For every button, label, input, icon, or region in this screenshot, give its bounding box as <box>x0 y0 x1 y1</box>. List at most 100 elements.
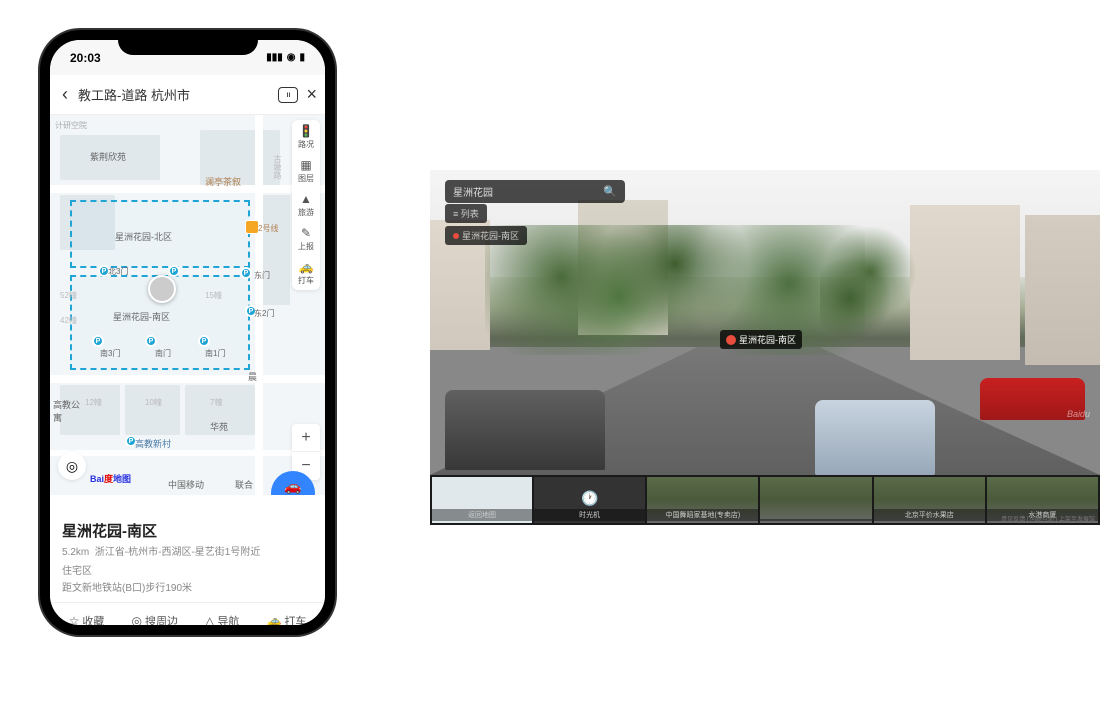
map-label: 南门 <box>155 348 171 359</box>
tool-label: 路况 <box>298 139 314 150</box>
navigate-button[interactable]: △导航 <box>205 613 239 625</box>
map-block <box>125 385 180 435</box>
poi-dot[interactable] <box>240 267 252 279</box>
compass-button[interactable]: ◎ <box>58 452 86 480</box>
back-icon[interactable]: ‹ <box>58 84 72 105</box>
sv-list-button[interactable]: ≡ 列表 <box>445 204 487 223</box>
place-title: 星洲花园-南区 <box>62 520 313 541</box>
sv-place-marker[interactable]: 星洲花园-南区 <box>720 330 802 349</box>
location-pin[interactable] <box>148 275 176 303</box>
travel-icon: ▲ <box>300 192 312 206</box>
phone-frame: 20:03 ▮▮▮ ◉ ▮ ‹ 教工路-道路 杭州市 ıı × <box>40 30 335 635</box>
car-icon: 🚗 <box>284 478 301 495</box>
side-toolbar: 🚦路况 ▦图层 ▲旅游 ✎上报 🚕打车 <box>292 120 320 290</box>
sv-thumb-item[interactable] <box>760 477 871 523</box>
sv-thumb-item[interactable]: 中国舞蹈家基地(专卖店) <box>647 477 758 523</box>
streetview-image[interactable]: 星洲花园 🔍 ≡ 列表 星洲花园-南区 星洲花园-南区 Baidu <box>430 170 1100 475</box>
map-label: 42幢 <box>60 315 77 326</box>
place-type: 住宅区 <box>62 562 313 577</box>
nearby-button[interactable]: ◎搜周边 <box>131 613 177 625</box>
nearby-icon: ◎ <box>131 614 141 625</box>
map-label: 星洲花园-南区 <box>113 310 170 323</box>
poi-dot[interactable] <box>92 335 104 347</box>
map-label: 南1门 <box>205 348 225 359</box>
map-label: 联合 <box>235 478 253 491</box>
map-label: 高教新村 <box>135 437 171 450</box>
map-label: 高教公寓 <box>53 398 85 424</box>
poi-dot[interactable] <box>145 335 157 347</box>
tool-label: 上报 <box>298 241 314 252</box>
taxi-button[interactable]: 🚕打车 <box>266 613 306 625</box>
tool-label: 打车 <box>298 275 314 286</box>
zoom-in-button[interactable]: + <box>292 424 320 452</box>
sv-car <box>815 400 935 475</box>
taxi-tool[interactable]: 🚕打车 <box>292 256 320 290</box>
sv-search-text: 星洲花园 <box>453 184 493 199</box>
wifi-icon: ◉ <box>287 52 296 63</box>
status-icons: ▮▮▮ ◉ ▮ <box>266 52 305 63</box>
map-road <box>50 450 325 456</box>
travel-tool[interactable]: ▲旅游 <box>292 188 320 222</box>
place-meta: 5.2km 浙江省-杭州市-西湖区-星艺街1号附近 <box>62 545 313 560</box>
map-label: 2号线 <box>258 223 278 234</box>
map-label: 古墩路 <box>272 155 283 179</box>
map-label: 星洲花园-北区 <box>115 230 172 243</box>
sv-thumb-item[interactable]: 北京平价水果店 <box>874 477 985 523</box>
sv-trees <box>820 220 920 350</box>
baidu-logo: Bai度地图 <box>90 472 131 485</box>
search-icon[interactable]: 🔍 <box>603 185 617 198</box>
map-area[interactable]: 计研空院 紫荆欣苑 澜亭茶叙 星洲花园-北区 星洲花园-南区 高教公寓 高教新村… <box>50 115 325 495</box>
map-road <box>50 375 325 383</box>
search-bar[interactable]: ‹ 教工路-道路 杭州市 ıı × <box>50 75 325 115</box>
sv-thumb-map[interactable]: 返回地图 <box>432 477 532 523</box>
tool-label: 图层 <box>298 173 314 184</box>
map-label: 东门 <box>254 270 270 281</box>
traffic-tool[interactable]: 🚦路况 <box>292 120 320 154</box>
sv-thumb-time[interactable]: 🕐时光机 <box>534 477 645 523</box>
search-text[interactable]: 教工路-道路 杭州市 <box>78 85 272 104</box>
report-tool[interactable]: ✎上报 <box>292 222 320 256</box>
voice-icon[interactable]: ıı <box>278 87 298 103</box>
layers-icon: ▦ <box>300 158 311 172</box>
bottom-actions: ☆收藏 ◎搜周边 △导航 🚕打车 <box>50 602 325 625</box>
phone-mockup: 20:03 ▮▮▮ ◉ ▮ ‹ 教工路-道路 杭州市 ıı × <box>40 30 335 635</box>
sv-location-tag[interactable]: 星洲花园-南区 <box>445 226 527 245</box>
map-road <box>50 185 325 193</box>
layers-tool[interactable]: ▦图层 <box>292 154 320 188</box>
phone-screen: 20:03 ▮▮▮ ◉ ▮ ‹ 教工路-道路 杭州市 ıı × <box>50 40 325 625</box>
poi-dot[interactable] <box>168 265 180 277</box>
map-label: 10幢 <box>145 397 162 408</box>
map-label: 12幢 <box>85 397 102 408</box>
star-icon: ☆ <box>69 614 80 625</box>
sv-trees <box>485 225 865 355</box>
clock-icon: 🕐 <box>581 490 598 507</box>
map-road <box>255 115 263 495</box>
metro-badge[interactable] <box>245 220 259 234</box>
sv-search-bar[interactable]: 星洲花园 🔍 <box>445 180 625 203</box>
taxi-icon: 🚕 <box>299 260 314 274</box>
close-icon[interactable]: × <box>306 84 317 105</box>
place-metro: 距文新地铁站(B口)步行190米 <box>62 579 313 594</box>
location-dot-icon <box>453 233 459 239</box>
phone-notch <box>118 30 258 55</box>
map-label: 中国移动 <box>168 478 204 491</box>
map-label: 7幢 <box>210 397 222 408</box>
map-label: 晨 <box>248 370 257 383</box>
signal-icon: ▮▮▮ <box>266 52 283 63</box>
favorite-button[interactable]: ☆收藏 <box>69 613 105 625</box>
traffic-icon: 🚦 <box>299 124 314 138</box>
map-label: 东2门 <box>254 308 274 319</box>
sv-footer-links[interactable]: 意见反馈 | 问题互助 | 上架至发展馆 <box>1001 514 1095 523</box>
sv-controls: ≡ 列表 <box>445 204 487 223</box>
search-buttons: ıı × <box>278 84 317 105</box>
taxi-icon: 🚕 <box>266 614 281 625</box>
marker-dot-icon <box>726 335 736 345</box>
map-label: 紫荆欣苑 <box>90 150 126 163</box>
tool-label: 旅游 <box>298 207 314 218</box>
nav-icon: △ <box>205 614 214 625</box>
map-label: 澜亭茶叙 <box>205 175 241 188</box>
info-panel: 星洲花园-南区 5.2km 浙江省-杭州市-西湖区-星艺街1号附近 住宅区 距文… <box>50 495 325 602</box>
map-label: 计研空院 <box>55 120 87 131</box>
sv-thumbnail-strip: 返回地图 🕐时光机 中国舞蹈家基地(专卖店) 北京平价水果店 水港商厦 <box>430 475 1100 525</box>
poi-dot[interactable] <box>198 335 210 347</box>
